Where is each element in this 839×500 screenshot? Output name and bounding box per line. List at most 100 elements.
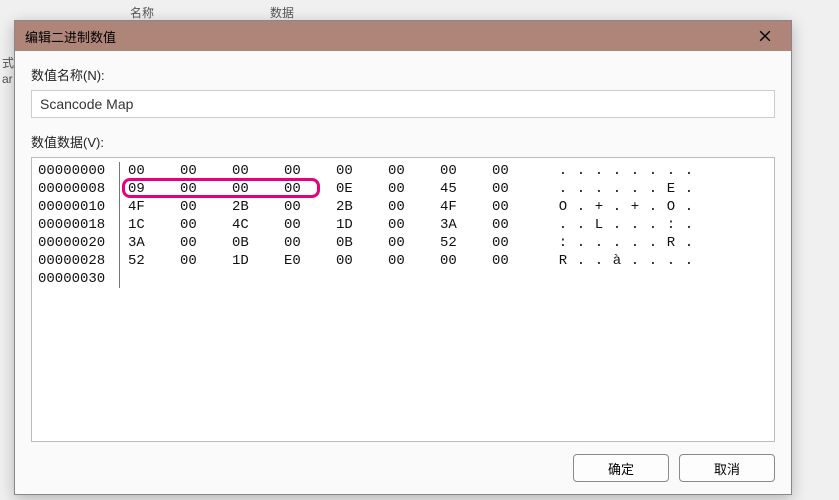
ascii-char: + [626, 198, 644, 216]
ascii-char: . [590, 180, 608, 198]
hex-row: 000000104F002B002B004F00O.+.+.O. [38, 198, 768, 216]
hex-byte[interactable]: 4F [440, 198, 492, 216]
ascii-char: . [554, 162, 572, 180]
hex-byte[interactable] [180, 270, 232, 288]
hex-byte[interactable]: 00 [492, 198, 544, 216]
hex-byte[interactable]: 00 [284, 234, 336, 252]
hex-byte[interactable]: 4F [128, 198, 180, 216]
hex-byte[interactable] [284, 270, 336, 288]
hex-byte[interactable]: 00 [180, 216, 232, 234]
ascii-char: . [626, 162, 644, 180]
ascii-char [626, 270, 644, 288]
ascii-char: . [554, 180, 572, 198]
hex-editor[interactable]: 000000000000000000000000........00000008… [31, 157, 775, 442]
close-button[interactable] [745, 21, 785, 51]
value-name-field[interactable]: Scancode Map [31, 90, 775, 118]
hex-byte[interactable] [492, 270, 544, 288]
hex-byte[interactable]: 00 [232, 180, 284, 198]
hex-byte[interactable]: 00 [492, 234, 544, 252]
hex-byte[interactable]: 3A [440, 216, 492, 234]
hex-byte[interactable]: 00 [336, 252, 388, 270]
hex-byte[interactable]: 0B [232, 234, 284, 252]
hex-bytes[interactable]: 3A000B000B005200 [128, 234, 548, 252]
hex-bytes[interactable]: 4F002B002B004F00 [128, 198, 548, 216]
ok-button[interactable]: 确定 [573, 454, 669, 482]
ascii-bytes: :.....R. [554, 234, 698, 252]
ascii-bytes: ........ [554, 162, 698, 180]
hex-byte[interactable]: 00 [388, 216, 440, 234]
close-icon [759, 30, 771, 42]
cancel-button[interactable]: 取消 [679, 454, 775, 482]
dialog-body: 数值名称(N): Scancode Map 数值数据(V): 000000000… [15, 51, 791, 494]
hex-byte[interactable]: 00 [284, 180, 336, 198]
ascii-char: . [554, 216, 572, 234]
hex-byte[interactable]: 00 [284, 162, 336, 180]
hex-byte[interactable] [336, 270, 388, 288]
hex-byte[interactable]: 45 [440, 180, 492, 198]
hex-bytes[interactable]: 52001DE000000000 [128, 252, 548, 270]
hex-byte[interactable]: 52 [440, 234, 492, 252]
ascii-char: . [572, 216, 590, 234]
hex-byte[interactable]: 00 [180, 198, 232, 216]
ascii-bytes [554, 270, 698, 288]
hex-byte[interactable]: 00 [492, 162, 544, 180]
ascii-char: . [572, 180, 590, 198]
ascii-char [644, 270, 662, 288]
hex-byte[interactable]: 2B [232, 198, 284, 216]
ascii-bytes: ......E. [554, 180, 698, 198]
hex-byte[interactable]: 0B [336, 234, 388, 252]
hex-byte[interactable]: 00 [492, 252, 544, 270]
hex-byte[interactable]: 00 [388, 198, 440, 216]
hex-byte[interactable]: 00 [180, 162, 232, 180]
hex-byte[interactable]: 3A [128, 234, 180, 252]
ascii-char [554, 270, 572, 288]
hex-byte[interactable]: 52 [128, 252, 180, 270]
hex-byte[interactable]: 00 [180, 180, 232, 198]
hex-byte[interactable]: 00 [388, 252, 440, 270]
hex-byte[interactable]: 00 [180, 234, 232, 252]
hex-byte[interactable]: 00 [284, 198, 336, 216]
edit-binary-value-dialog: 编辑二进制数值 数值名称(N): Scancode Map 数值数据(V): 0… [14, 20, 792, 495]
hex-byte[interactable]: 00 [388, 180, 440, 198]
ascii-char: R [554, 252, 572, 270]
hex-row: 000000203A000B000B005200:.....R. [38, 234, 768, 252]
hex-byte[interactable]: 00 [492, 180, 544, 198]
hex-byte[interactable]: 00 [440, 162, 492, 180]
hex-byte[interactable]: 00 [128, 162, 180, 180]
hex-bytes[interactable] [128, 270, 548, 288]
hex-byte[interactable]: 1D [232, 252, 284, 270]
hex-byte[interactable]: 00 [284, 216, 336, 234]
ascii-char: . [572, 162, 590, 180]
hex-byte[interactable]: 00 [232, 162, 284, 180]
hex-byte[interactable]: 00 [336, 162, 388, 180]
offset-cell: 00000030 [38, 270, 120, 288]
hex-byte[interactable]: E0 [284, 252, 336, 270]
hex-byte[interactable] [440, 270, 492, 288]
hex-byte[interactable]: 1D [336, 216, 388, 234]
ascii-char: . [572, 234, 590, 252]
hex-byte[interactable] [232, 270, 284, 288]
hex-byte[interactable]: 00 [180, 252, 232, 270]
offset-cell: 00000000 [38, 162, 120, 180]
ascii-char: O [554, 198, 572, 216]
hex-byte[interactable]: 2B [336, 198, 388, 216]
data-label: 数值数据(V): [31, 132, 775, 151]
titlebar: 编辑二进制数值 [15, 21, 791, 51]
hex-byte[interactable]: 1C [128, 216, 180, 234]
hex-byte[interactable] [388, 270, 440, 288]
hex-byte[interactable]: 4C [232, 216, 284, 234]
hex-bytes[interactable]: 0000000000000000 [128, 162, 548, 180]
hex-byte[interactable]: 09 [128, 180, 180, 198]
ascii-char: : [662, 216, 680, 234]
hex-byte[interactable]: 00 [492, 216, 544, 234]
hex-bytes[interactable]: 090000000E004500 [128, 180, 548, 198]
offset-cell: 00000018 [38, 216, 120, 234]
hex-byte[interactable]: 00 [440, 252, 492, 270]
ascii-char: . [608, 234, 626, 252]
hex-byte[interactable]: 00 [388, 162, 440, 180]
hex-byte[interactable] [128, 270, 180, 288]
ascii-char: . [644, 252, 662, 270]
hex-bytes[interactable]: 1C004C001D003A00 [128, 216, 548, 234]
hex-byte[interactable]: 0E [336, 180, 388, 198]
hex-byte[interactable]: 00 [388, 234, 440, 252]
